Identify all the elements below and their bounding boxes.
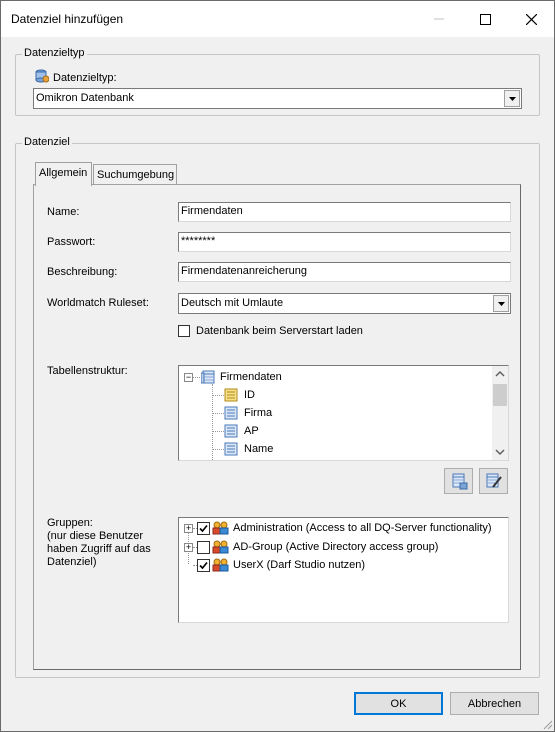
groups-label: Gruppen:: [47, 517, 93, 529]
group-icon: [212, 521, 229, 535]
expand-icon[interactable]: +: [184, 542, 193, 552]
tree-item-id[interactable]: ID: [212, 386, 255, 404]
cancel-button[interactable]: Abbrechen: [450, 692, 539, 715]
ok-button[interactable]: OK: [354, 692, 443, 715]
ruleset-value: Deutsch mit Umlaute: [181, 297, 284, 309]
table-icon: [201, 370, 215, 384]
name-label: Name:: [47, 206, 80, 218]
tree-item-ap[interactable]: AP: [212, 422, 259, 440]
tree-item-label: Firma: [244, 407, 273, 419]
scroll-up-icon[interactable]: [492, 366, 508, 382]
group-label: UserX (Darf Studio nutzen): [233, 559, 366, 571]
table-structure-label: Tabellenstruktur:: [47, 365, 128, 377]
close-button[interactable]: [508, 1, 554, 37]
add-table-icon: [452, 473, 467, 490]
tab-suchumgebung[interactable]: Suchumgebung: [93, 164, 177, 186]
checkbox-checked[interactable]: [197, 521, 210, 535]
tree-root-label: Firmendaten: [220, 371, 282, 383]
title-bar: Datenziel hinzufügen: [1, 1, 554, 37]
group-item-adgroup[interactable]: + AD-Group (Active Directory access grou…: [184, 538, 438, 556]
dialog-window: Datenziel hinzufügen Datenzieltyp Datenz…: [0, 0, 555, 732]
tree-item-firma[interactable]: Firma: [212, 404, 272, 422]
password-field[interactable]: ********: [178, 232, 511, 252]
load-on-start-checkbox[interactable]: [178, 325, 190, 337]
groups-label-line3: haben Zugriff auf das: [47, 543, 151, 555]
table-structure-tree[interactable]: − Firmendaten ID Firma AP Name: [178, 365, 509, 461]
target-type-legend: Datenzieltyp: [22, 47, 87, 59]
tab-allgemein[interactable]: Allgemein: [35, 162, 92, 186]
target-type-value: Omikron Datenbank: [36, 92, 134, 104]
database-type-icon: [35, 69, 49, 83]
description-label: Beschreibung:: [47, 266, 118, 278]
password-label: Passwort:: [47, 236, 96, 248]
field-icon: [224, 424, 238, 438]
ruleset-label: Worldmatch Ruleset:: [47, 297, 149, 309]
maximize-button[interactable]: [462, 1, 508, 37]
groups-label-line4: Datenziel): [47, 556, 97, 568]
collapse-icon[interactable]: −: [184, 372, 193, 382]
group-label: Administration (Access to all DQ-Server …: [233, 522, 492, 534]
dropdown-arrow-icon: [493, 295, 509, 312]
resize-grip-icon[interactable]: [541, 718, 553, 730]
group-item-userx[interactable]: UserX (Darf Studio nutzen): [184, 556, 365, 574]
description-field[interactable]: Firmendatenanreicherung: [178, 262, 511, 282]
window-title: Datenziel hinzufügen: [11, 12, 124, 26]
groups-tree[interactable]: + Administration (Access to all DQ-Serve…: [178, 517, 509, 623]
tree-item-label: Name: [244, 443, 274, 455]
dropdown-arrow-icon: [504, 90, 520, 107]
target-type-label: Datenzieltyp:: [53, 72, 117, 84]
groups-label-line2: (nur diese Benutzer: [47, 530, 143, 542]
edit-table-button[interactable]: [479, 468, 508, 494]
load-on-start-label: Datenbank beim Serverstart laden: [196, 325, 363, 337]
scroll-down-icon[interactable]: [492, 444, 508, 460]
group-item-administration[interactable]: + Administration (Access to all DQ-Serve…: [184, 519, 492, 537]
checkbox-unchecked[interactable]: [197, 540, 210, 554]
close-icon: [525, 13, 537, 25]
minimize-button[interactable]: [416, 1, 462, 37]
name-field[interactable]: Firmendaten: [178, 202, 511, 222]
tree-item-label: AP: [244, 425, 259, 437]
field-icon: [224, 442, 238, 456]
checkbox-checked[interactable]: [197, 558, 210, 572]
add-table-button[interactable]: [444, 468, 473, 494]
field-icon: [224, 406, 238, 420]
key-field-icon: [224, 388, 238, 402]
group-icon: [212, 540, 229, 554]
maximize-icon: [479, 13, 491, 25]
group-icon: [212, 558, 229, 572]
ruleset-select[interactable]: Deutsch mit Umlaute: [178, 293, 511, 314]
tree-root[interactable]: − Firmendaten: [184, 368, 282, 386]
tree-scrollbar[interactable]: [492, 366, 508, 460]
target-legend: Datenziel: [22, 136, 72, 148]
target-type-select[interactable]: Omikron Datenbank: [33, 88, 522, 109]
expand-icon[interactable]: +: [184, 523, 193, 533]
scroll-thumb[interactable]: [493, 384, 507, 406]
tree-item-name[interactable]: Name: [212, 440, 273, 458]
tree-item-label: ID: [244, 389, 255, 401]
edit-table-icon: [486, 473, 502, 488]
minimize-icon: [434, 18, 444, 20]
group-label: AD-Group (Active Directory access group): [233, 541, 439, 553]
